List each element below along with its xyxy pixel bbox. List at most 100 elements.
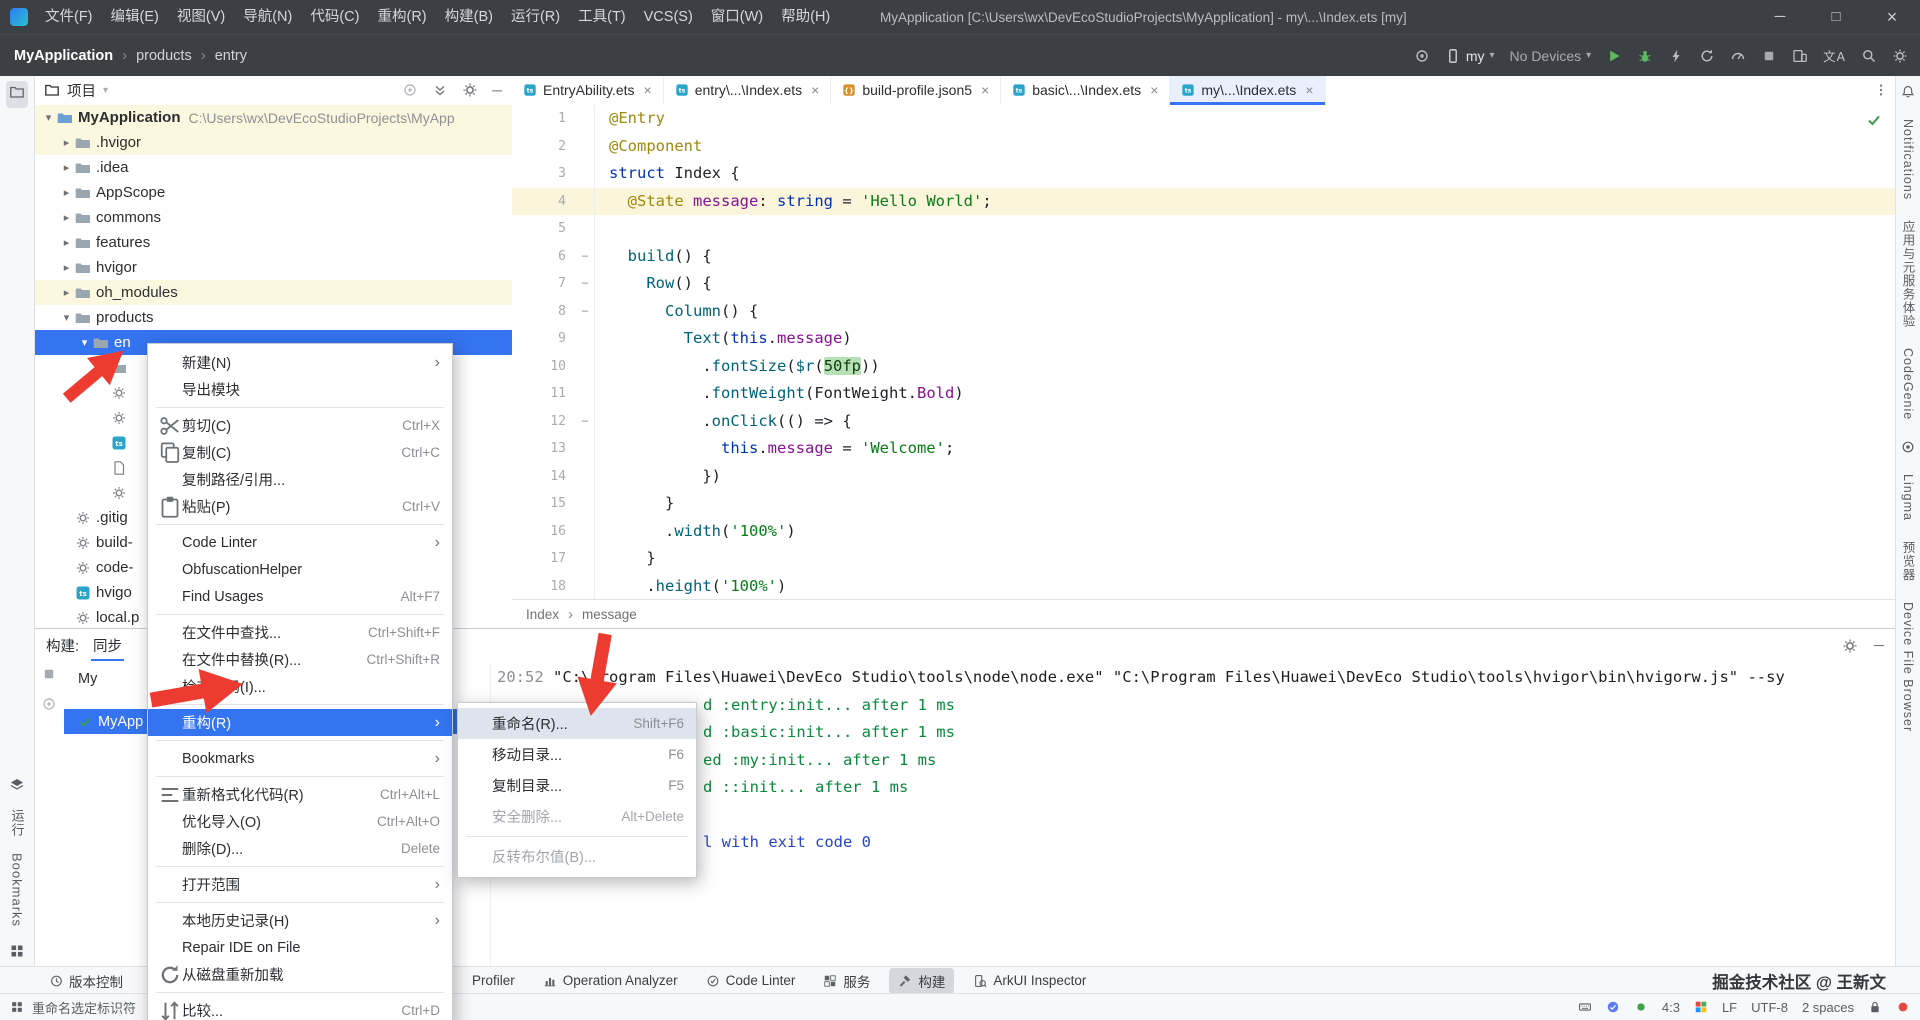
status-widget[interactable]: LF [1722, 1000, 1737, 1015]
locate-file-icon[interactable] [402, 82, 418, 98]
code-line[interactable]: 6− build() { [512, 242, 1896, 270]
editor-tab[interactable]: ts EntryAbility.ets × [512, 75, 664, 105]
hide-build-panel-icon[interactable]: ─ [1874, 638, 1884, 654]
menu-item[interactable]: 新建(N) › [148, 349, 452, 376]
tool-window-stripe-label[interactable]: 运行 [8, 809, 27, 837]
breadcrumb-item[interactable]: products [136, 48, 192, 64]
menubar-item[interactable]: 帮助(H) [772, 0, 839, 34]
fold-marker-icon[interactable]: − [576, 407, 595, 435]
profiler-button[interactable] [1730, 48, 1746, 64]
run-button[interactable] [1606, 48, 1622, 64]
tab-options-icon[interactable] [1874, 75, 1896, 105]
menu-item[interactable]: ObfuscationHelper [148, 556, 452, 583]
menu-item[interactable]: 重新格式化代码(R) Ctrl+Alt+L [148, 781, 452, 808]
code-line[interactable]: 13 this.message = 'Welcome'; [512, 435, 1896, 463]
keyboard-icon[interactable] [1578, 1000, 1592, 1014]
chevron-down-icon[interactable]: ▾ [103, 85, 108, 96]
tool-window-stripe-label[interactable]: Device File Browser [1901, 602, 1915, 732]
menu-item[interactable]: 打开范围 › [148, 871, 452, 898]
menu-item[interactable]: 复制目录... F5 [458, 770, 696, 801]
maximize-button[interactable]: □ [1808, 0, 1864, 34]
tool-window-button[interactable]: 构建 [889, 967, 955, 994]
layers-icon[interactable] [9, 777, 25, 793]
menu-item[interactable]: 本地历史记录(H) › [148, 907, 452, 934]
editor-tab[interactable]: ts basic\...\Index.ets × [1001, 75, 1171, 105]
editor-tab[interactable]: {} build-profile.json5 × [831, 75, 1002, 105]
collapse-all-icon[interactable] [432, 82, 448, 98]
tab-close-icon[interactable]: × [1150, 82, 1158, 98]
devices-dropdown[interactable]: No Devices ▾ [1510, 48, 1592, 64]
breadcrumb-item[interactable]: entry [215, 48, 247, 64]
menu-item[interactable]: Bookmarks › [148, 745, 452, 772]
tool-window-stripe-label[interactable]: Notifications [1901, 119, 1915, 200]
menu-item[interactable]: Repair IDE on File [148, 934, 452, 961]
panel-settings-icon[interactable] [462, 82, 478, 98]
menubar-item[interactable]: 编辑(E) [102, 0, 168, 34]
tool-window-button[interactable]: ArkUI Inspector [964, 970, 1095, 991]
device-selector[interactable]: my ▾ [1445, 48, 1495, 64]
tab-close-icon[interactable]: × [811, 82, 819, 98]
build-settings-icon[interactable] [1842, 638, 1858, 654]
code-line[interactable]: 12− .onClick(() => { [512, 407, 1896, 435]
menu-item[interactable]: 在文件中查找... Ctrl+Shift+F [148, 619, 452, 646]
code-line[interactable]: 3 struct Index { [512, 160, 1896, 188]
breadcrumb-item[interactable]: MyApplication [14, 48, 113, 64]
search-icon[interactable] [1861, 48, 1877, 64]
reddot-icon[interactable] [1896, 1000, 1910, 1014]
lingma-icon[interactable] [1606, 1000, 1620, 1014]
layout-icon[interactable] [10, 1000, 24, 1014]
menubar-item[interactable]: 运行(R) [502, 0, 569, 34]
menu-item[interactable]: 安全删除... Alt+Delete [458, 801, 696, 832]
menu-item[interactable]: 剪切(C) Ctrl+X [148, 412, 452, 439]
tool-window-button[interactable]: Operation Analyzer [534, 970, 687, 991]
code-line[interactable]: 7− Row() { [512, 270, 1896, 298]
code-line[interactable]: 15 } [512, 490, 1896, 518]
build-output[interactable]: 20:52 "C:\Program Files\Huawei\DevEco Stu… [490, 664, 1896, 967]
project-tool-window-button[interactable] [6, 81, 28, 108]
fold-marker-icon[interactable]: − [576, 297, 595, 325]
code-line[interactable]: 1 @Entry [512, 105, 1896, 133]
menu-item[interactable]: 反转布尔值(B)... [458, 841, 696, 872]
tree-item[interactable]: ▸ .idea [34, 155, 512, 180]
menu-item[interactable]: 比较... Ctrl+D [148, 997, 452, 1020]
tree-item[interactable]: ▸ oh_modules [34, 280, 512, 305]
device-manager-button[interactable] [1792, 48, 1808, 64]
code-line[interactable]: 14 }) [512, 462, 1896, 490]
tree-item[interactable]: ▸ hvigor [34, 255, 512, 280]
tool-window-button[interactable]: 版本控制 [40, 968, 132, 994]
editor-tab[interactable]: ts my\...\Index.ets × [1170, 75, 1326, 105]
status-widget[interactable]: 2 spaces [1802, 1000, 1854, 1015]
settings-icon[interactable] [1892, 48, 1908, 64]
menubar-item[interactable]: 构建(B) [436, 0, 502, 34]
tab-close-icon[interactable]: × [981, 82, 989, 98]
tree-item[interactable]: ▸ commons [34, 205, 512, 230]
status-widget[interactable]: UTF-8 [1751, 1000, 1788, 1015]
menu-item[interactable]: 复制路径/引用... [148, 466, 452, 493]
lock-icon[interactable] [1868, 1000, 1882, 1014]
grid-icon[interactable] [9, 943, 25, 959]
close-button[interactable]: × [1864, 0, 1920, 34]
menubar-item[interactable]: 工具(T) [569, 0, 635, 34]
status-widget[interactable]: 4:3 [1662, 1000, 1680, 1015]
menubar-item[interactable]: VCS(S) [635, 0, 702, 34]
minimize-button[interactable]: ─ [1752, 0, 1808, 34]
menubar-item[interactable]: 窗口(W) [702, 0, 772, 34]
tool-window-stripe-label[interactable]: 预览器 [1899, 541, 1918, 582]
run-target-icon[interactable] [1414, 48, 1430, 64]
bell-icon[interactable] [1901, 85, 1915, 99]
fold-marker-icon[interactable]: − [576, 270, 595, 298]
code-line[interactable]: 10 .fontSize($r(50fp)) [512, 352, 1896, 380]
tool-window-button[interactable]: Profiler [463, 970, 524, 991]
menubar-item[interactable]: 文件(F) [36, 0, 102, 34]
menu-item[interactable]: 复制(C) Ctrl+C [148, 439, 452, 466]
menubar-item[interactable]: 导航(N) [234, 0, 301, 34]
translate-icon[interactable]: 文A [1823, 46, 1846, 65]
tool-window-stripe-label[interactable]: Bookmarks [10, 853, 25, 927]
code-line[interactable]: 16 .width('100%') [512, 517, 1896, 545]
build-sync-tab[interactable]: 同步 [91, 630, 124, 661]
editor-breadcrumb-item[interactable]: message [582, 607, 637, 622]
locate-task-icon[interactable] [41, 696, 57, 712]
tool-window-stripe-label[interactable]: 应用与元服务体验 [1899, 220, 1918, 328]
circlelogo-icon[interactable] [1901, 440, 1915, 454]
tab-close-icon[interactable]: × [644, 82, 652, 98]
